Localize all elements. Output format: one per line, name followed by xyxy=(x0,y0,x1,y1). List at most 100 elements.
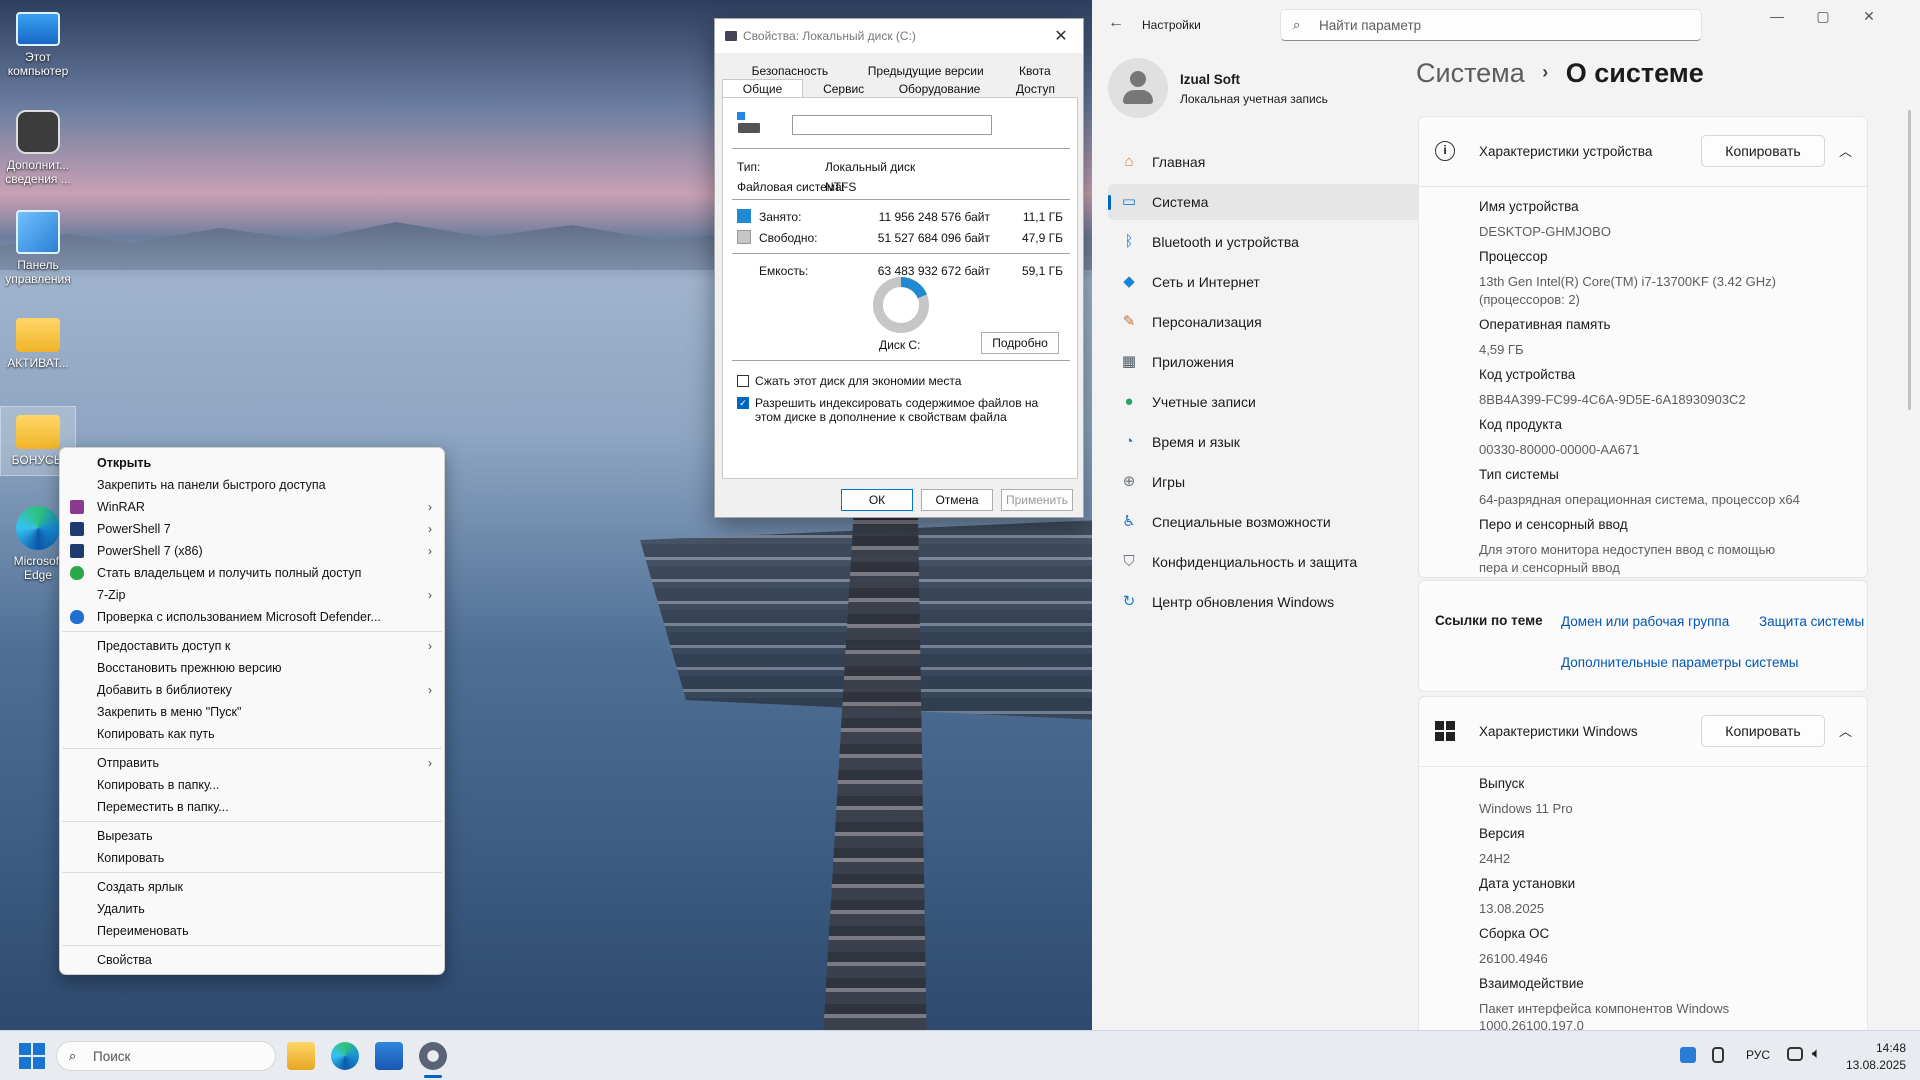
windows-logo-icon xyxy=(1435,721,1455,741)
used-bytes: 11 956 248 576 байт xyxy=(878,210,990,224)
nav-item-label: Bluetooth и устройства xyxy=(1152,234,1299,250)
store-icon[interactable] xyxy=(375,1042,403,1070)
context-menu-item-label: PowerShell 7 xyxy=(97,522,171,536)
desktop-icon-additional-info[interactable]: Дополнит... сведения ... xyxy=(0,110,76,186)
dialog-title: Свойства: Локальный диск (C:) xyxy=(743,29,916,43)
taskbar-search-box[interactable]: ⌕ Поиск xyxy=(56,1041,276,1071)
used-gb: 11,1 ГБ xyxy=(1022,210,1063,224)
desktop-icon-label: АКТИВАТ... xyxy=(7,356,69,370)
context-menu-item[interactable]: Проверка с использованием Microsoft Defe… xyxy=(60,606,444,628)
compress-checkbox[interactable] xyxy=(737,375,749,387)
tab-previous-versions[interactable]: Предыдущие версии xyxy=(858,61,994,79)
tab-tools[interactable]: Сервис xyxy=(803,79,884,97)
context-menu-item[interactable]: PowerShell 7 › xyxy=(60,518,444,540)
divider xyxy=(732,253,1070,254)
context-menu-item[interactable]: Вырезать xyxy=(60,825,444,847)
menu-separator xyxy=(62,945,442,946)
context-menu-item[interactable]: Восстановить прежнюю версию xyxy=(60,657,444,679)
cancel-button[interactable]: Отмена xyxy=(921,489,993,511)
breadcrumb-parent[interactable]: Система xyxy=(1416,58,1525,88)
tab-general[interactable]: Общие xyxy=(722,79,804,97)
context-menu-item[interactable]: Добавить в библиотеку › xyxy=(60,679,444,701)
index-checkbox[interactable]: ✓ xyxy=(737,397,749,409)
desktop-icon-activator-folder[interactable]: АКТИВАТ... xyxy=(0,310,76,370)
control-panel-icon xyxy=(16,210,60,254)
spec-value: Windows 11 Pro xyxy=(1479,801,1573,816)
drive-name-input[interactable] xyxy=(792,115,992,135)
context-menu-item[interactable]: PowerShell 7 (x86) › xyxy=(60,540,444,562)
file-explorer-icon[interactable] xyxy=(287,1042,315,1070)
context-menu-item[interactable]: Копировать как путь xyxy=(60,723,444,745)
settings-search-placeholder: Найти параметр xyxy=(1319,18,1422,33)
desktop-icon-control-panel[interactable]: Панель управления xyxy=(0,210,76,286)
advanced-system-settings-link[interactable]: Дополнительные параметры системы xyxy=(1561,655,1799,670)
nav-item-label: Центр обновления Windows xyxy=(1152,594,1335,610)
maximize-button[interactable]: ▢ xyxy=(1800,0,1846,32)
context-menu-item[interactable]: Копировать в папку... xyxy=(60,774,444,796)
spec-value: 8BB4A399-FC99-4C6A-9D5E-6A18930903C2 xyxy=(1479,392,1746,407)
edge-icon[interactable] xyxy=(331,1042,359,1070)
settings-gear-icon[interactable] xyxy=(419,1042,447,1070)
free-bytes: 51 527 684 096 байт xyxy=(877,231,990,245)
divider xyxy=(732,360,1070,361)
nav-item-label: Игры xyxy=(1152,474,1186,490)
clock-time[interactable]: 14:48 xyxy=(1860,1041,1906,1055)
context-menu-item[interactable]: Переименовать xyxy=(60,920,444,942)
tab-sharing[interactable]: Доступ xyxy=(995,79,1076,97)
details-button[interactable]: Подробно xyxy=(981,332,1059,354)
shield-check-icon xyxy=(70,566,84,580)
network-icon[interactable] xyxy=(1787,1047,1803,1061)
domain-workgroup-link[interactable]: Домен или рабочая группа xyxy=(1561,614,1729,629)
free-swatch xyxy=(737,230,751,244)
ok-button[interactable]: ОК xyxy=(841,489,913,511)
context-menu-item-label: Восстановить прежнюю версию xyxy=(97,661,282,675)
context-menu-item-label: Открыть xyxy=(97,456,152,470)
spec-label: Версия xyxy=(1479,826,1525,841)
close-button[interactable]: ✕ xyxy=(1039,26,1083,46)
context-menu-item[interactable]: Стать владельцем и получить полный досту… xyxy=(60,562,444,584)
start-button[interactable] xyxy=(18,1042,46,1070)
tab-security[interactable]: Безопасность xyxy=(722,61,858,79)
clock-date[interactable]: 13.08.2025 xyxy=(1830,1058,1906,1072)
context-menu-item[interactable]: Копировать xyxy=(60,847,444,869)
page-title: О системе xyxy=(1565,58,1704,88)
apply-button[interactable]: Применить xyxy=(1001,489,1073,511)
spec-value: DESKTOP-GHMJOBO xyxy=(1479,224,1611,239)
context-menu-item[interactable]: Переместить в папку... xyxy=(60,796,444,818)
context-menu-item[interactable]: Закрепить в меню "Пуск" xyxy=(60,701,444,723)
desktop-icon-this-pc[interactable]: Этот компьютер xyxy=(0,8,76,78)
scrollbar[interactable] xyxy=(1908,110,1911,410)
tab-hardware[interactable]: Оборудование xyxy=(884,79,995,97)
context-menu-item[interactable]: Закрепить на панели быстрого доступа xyxy=(60,474,444,496)
context-menu: Открыть Закрепить на панели быстрого дост… xyxy=(59,447,445,975)
language-indicator[interactable]: РУС xyxy=(1746,1048,1770,1062)
copy-windows-specs-button[interactable]: Копировать xyxy=(1701,715,1825,747)
bluetooth-icon: ᛒ xyxy=(1124,233,1134,250)
defender-tray-icon[interactable] xyxy=(1680,1047,1696,1063)
menu-separator xyxy=(62,872,442,873)
context-menu-item[interactable]: Предоставить доступ к › xyxy=(60,635,444,657)
system-protection-link[interactable]: Защита системы xyxy=(1759,614,1864,629)
context-menu-item[interactable]: Создать ярлык xyxy=(60,876,444,898)
windows-specs-card: Характеристики Windows Копировать ︿ Выпу… xyxy=(1418,696,1868,1036)
context-menu-item[interactable]: Отправить › xyxy=(60,752,444,774)
context-menu-item[interactable]: Удалить xyxy=(60,898,444,920)
user-name: Izual Soft xyxy=(1180,72,1240,87)
context-menu-item[interactable]: Свойства xyxy=(60,949,444,971)
copy-device-specs-button[interactable]: Копировать xyxy=(1701,135,1825,167)
chevron-up-icon[interactable]: ︿ xyxy=(1839,141,1852,160)
usb-tray-icon[interactable] xyxy=(1712,1047,1724,1063)
chevron-up-icon[interactable]: ︿ xyxy=(1839,721,1852,740)
context-menu-item[interactable]: 7-Zip › xyxy=(60,584,444,606)
nav-item-label: Учетные записи xyxy=(1152,394,1256,410)
menu-separator xyxy=(62,748,442,749)
settings-search-box[interactable]: ⌕ Найти параметр xyxy=(1280,9,1702,41)
volume-icon[interactable]: 🔈︎ xyxy=(1812,1045,1821,1062)
context-menu-item[interactable]: WinRAR › xyxy=(60,496,444,518)
spec-value: (процессоров: 2) xyxy=(1479,292,1580,307)
tab-quota[interactable]: Квота xyxy=(994,61,1076,79)
minimize-button[interactable]: — xyxy=(1754,0,1800,32)
context-menu-item[interactable]: Открыть xyxy=(60,452,444,474)
back-arrow-icon[interactable]: ← xyxy=(1108,14,1124,32)
close-window-button[interactable]: ✕ xyxy=(1846,0,1892,32)
